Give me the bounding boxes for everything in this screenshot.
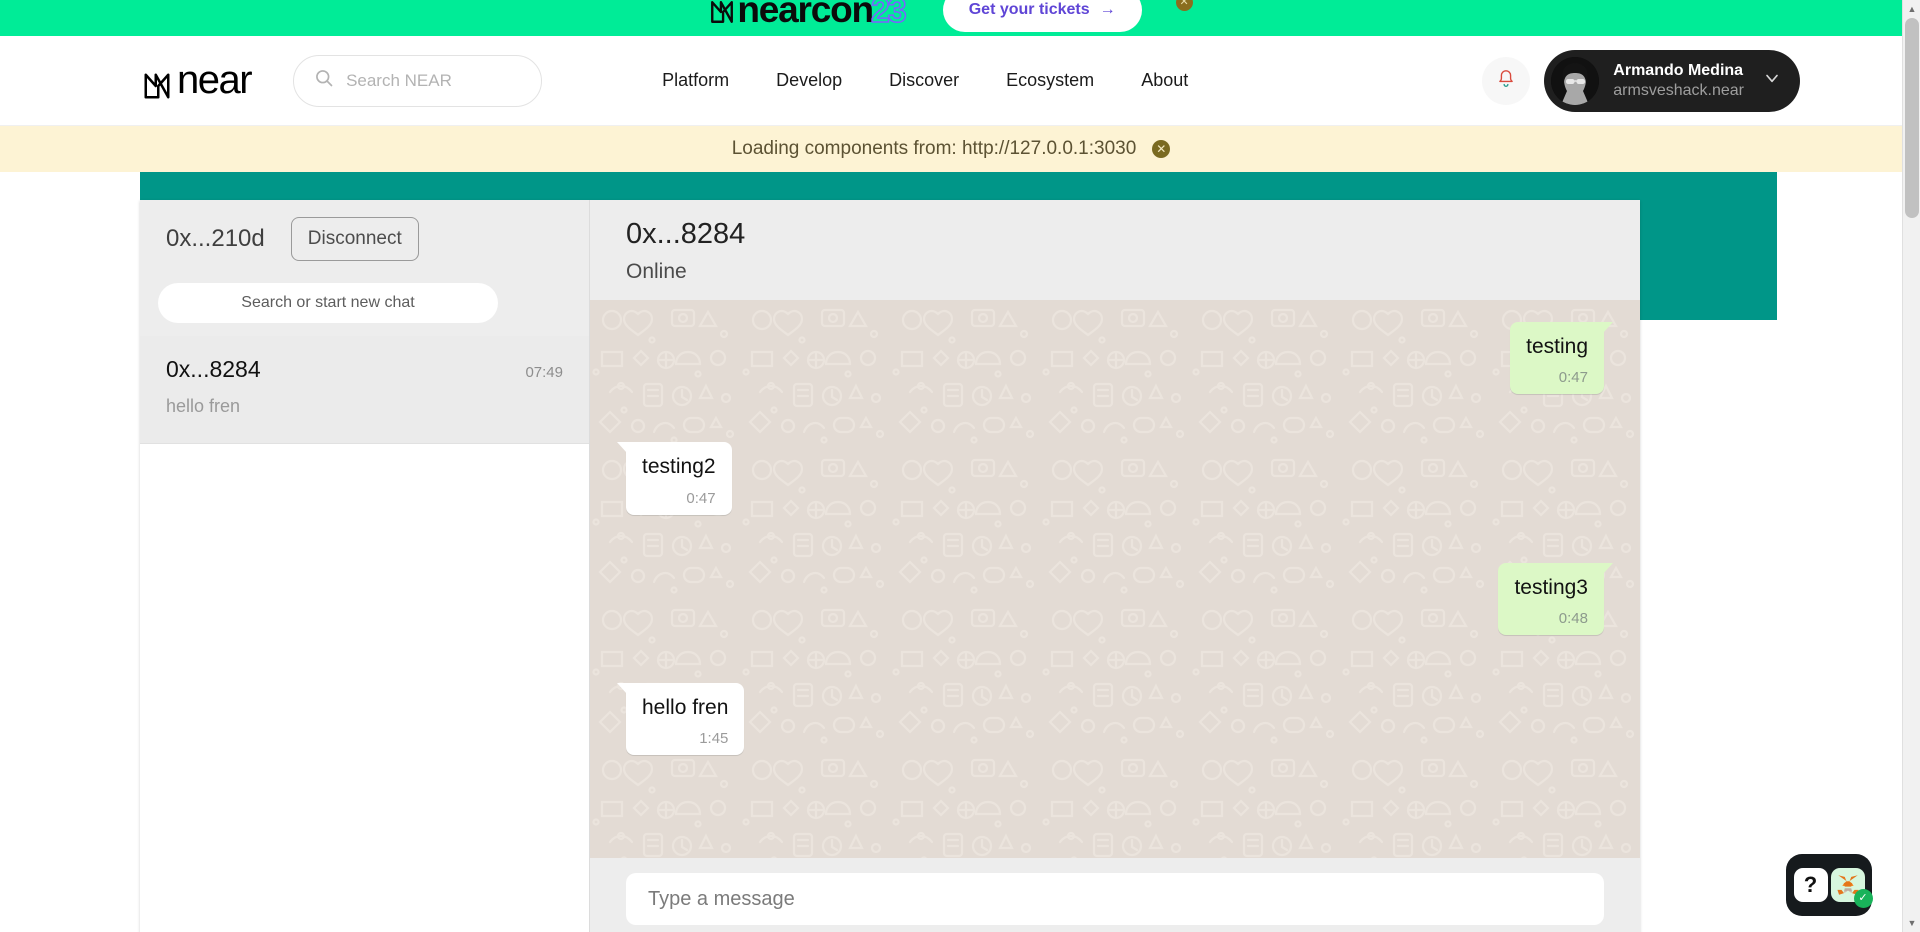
chat-widget: 0x...210d Disconnect 0x...8284 07:49 hel… — [140, 200, 1640, 932]
help-button[interactable]: ? — [1793, 868, 1828, 902]
nav-link-develop[interactable]: Develop — [776, 70, 842, 91]
get-tickets-label: Get your tickets — [968, 1, 1090, 18]
near-logo-mark-icon — [709, 0, 735, 23]
near-brand-text: near — [177, 58, 253, 102]
message-text: testing3 — [1514, 575, 1588, 599]
near-brand-logo[interactable]: near — [142, 58, 253, 103]
nav-right-cluster: Armando Medina armsveshack.near — [1482, 49, 1800, 112]
conversation-preview: hello fren — [166, 396, 241, 416]
user-profile-menu[interactable]: Armando Medina armsveshack.near — [1544, 49, 1800, 112]
conversation-list[interactable]: 0x...8284 07:49 hello fren — [140, 336, 589, 932]
chevron-down-icon[interactable] — [1762, 68, 1782, 93]
message-row: testing3 0:48 — [626, 562, 1613, 635]
promo-content: nearcon 23 Get your tickets → ✕ — [709, 0, 1193, 32]
message-time: 0:48 — [1558, 609, 1588, 627]
message-text: testing — [1526, 335, 1588, 358]
conversation-status: Online — [626, 259, 687, 283]
connected-wallet-address: 0x...210d — [166, 225, 265, 252]
page-scrollbar[interactable]: ▲ ▼ — [1902, 0, 1920, 932]
search-icon — [314, 68, 334, 93]
get-tickets-button[interactable]: Get your tickets → — [942, 0, 1142, 32]
promo-close-icon[interactable]: ✕ — [1175, 0, 1193, 11]
chat-search-input[interactable] — [158, 283, 498, 323]
message-bubble-outgoing: testing 0:47 — [1510, 322, 1613, 395]
nav-link-discover[interactable]: Discover — [889, 70, 959, 91]
conversation-panel: 0x...8284 Online testing 0:47 testing2 0… — [590, 200, 1640, 932]
message-text: hello fren — [642, 695, 729, 719]
main-navigation: near Platform Develop Discover Ecosystem… — [0, 36, 1902, 126]
check-icon: ✓ — [1853, 889, 1873, 908]
sidebar-header: 0x...210d Disconnect — [140, 200, 589, 278]
notice-close-icon[interactable]: ✕ — [1152, 140, 1171, 158]
scrollbar-thumb[interactable] — [1905, 18, 1919, 218]
message-area: testing 0:47 testing2 0:47 testing3 0:48 — [590, 300, 1640, 858]
profile-handle: armsveshack.near — [1613, 81, 1744, 99]
loading-notice-text: Loading components from: http://127.0.0.… — [731, 138, 1137, 159]
sidebar-search-wrap — [140, 278, 589, 336]
nav-link-ecosystem[interactable]: Ecosystem — [1006, 70, 1094, 91]
page-root: nearcon 23 Get your tickets → ✕ near Sea… — [0, 0, 1920, 932]
message-row: hello fren 1:45 — [616, 682, 1604, 755]
nav-link-about[interactable]: About — [1141, 70, 1188, 91]
nav-link-platform[interactable]: Platform — [662, 70, 729, 91]
message-bubble-incoming: testing2 0:47 — [617, 442, 732, 515]
conversation-header: 0x...8284 Online — [590, 200, 1640, 300]
conversation-title: 0x...8284 — [626, 218, 746, 250]
conversation-time: 07:49 — [525, 364, 563, 381]
scroll-down-button[interactable]: ▼ — [1903, 914, 1920, 932]
wallet-status-widget[interactable]: ? ✓ — [1786, 854, 1873, 916]
nav-links: Platform Develop Discover Ecosystem Abou… — [662, 70, 1188, 91]
message-text: testing2 — [642, 455, 716, 479]
message-bubble-outgoing: testing3 0:48 — [1498, 562, 1613, 635]
profile-text: Armando Medina armsveshack.near — [1613, 61, 1744, 101]
near-logo-mark-icon — [142, 66, 172, 98]
message-time: 1:45 — [699, 730, 729, 747]
message-row: testing 0:47 — [626, 322, 1613, 395]
message-bubble-incoming: hello fren 1:45 — [616, 682, 745, 755]
search-input[interactable] — [346, 70, 522, 91]
chat-sidebar: 0x...210d Disconnect 0x...8284 07:49 hel… — [140, 200, 590, 932]
metamask-fox-icon[interactable]: ✓ — [1830, 868, 1873, 908]
message-time: 0:47 — [686, 489, 716, 507]
bell-icon — [1495, 68, 1517, 93]
arrow-right-icon: → — [1099, 1, 1116, 18]
global-search-box[interactable] — [293, 54, 543, 107]
scroll-up-button[interactable]: ▲ — [1903, 0, 1920, 18]
nearcon-promo-banner: nearcon 23 Get your tickets → ✕ — [0, 0, 1902, 36]
nearcon-logo: nearcon 23 — [709, 0, 908, 31]
nearcon-logo-text: nearcon — [737, 0, 874, 30]
profile-name: Armando Medina — [1613, 61, 1744, 79]
notifications-button[interactable] — [1482, 56, 1531, 105]
avatar — [1551, 56, 1600, 105]
loading-notice-bar: Loading components from: http://127.0.0.… — [0, 126, 1902, 172]
list-item[interactable]: 0x...8284 07:49 hello fren — [140, 336, 589, 444]
message-composer — [590, 858, 1640, 932]
message-row: testing2 0:47 — [617, 442, 1604, 515]
message-time: 0:47 — [1558, 369, 1588, 387]
disconnect-button[interactable]: Disconnect — [290, 217, 419, 261]
message-input[interactable] — [626, 873, 1604, 925]
conversation-name: 0x...8284 — [166, 356, 261, 382]
conversation-row-top: 0x...8284 07:49 — [166, 356, 563, 383]
nearcon-year: 23 — [870, 0, 907, 31]
